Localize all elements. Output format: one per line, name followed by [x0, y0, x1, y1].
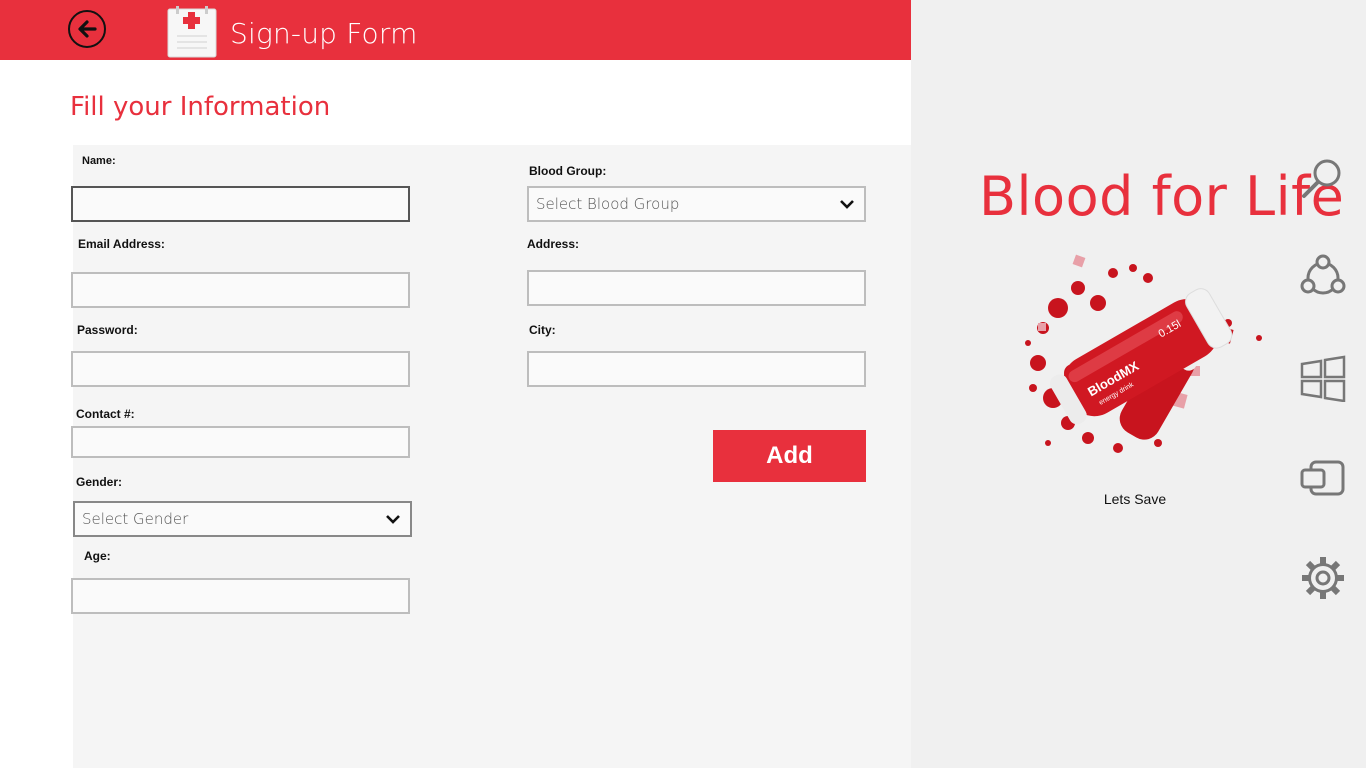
settings-charm[interactable] — [1298, 553, 1348, 603]
page-title: Sign-up Form — [230, 17, 418, 50]
city-label: City: — [529, 323, 556, 337]
name-input[interactable] — [71, 186, 410, 222]
blood-group-label: Blood Group: — [529, 164, 607, 178]
contact-label: Contact #: — [76, 407, 135, 421]
chevron-down-icon — [840, 200, 854, 209]
form-heading: Fill your Information — [70, 92, 331, 122]
chevron-down-icon — [386, 515, 400, 524]
address-input[interactable] — [527, 270, 866, 306]
brand-title: Blood for Life — [979, 165, 1345, 228]
clipboard-medical-icon — [167, 6, 217, 58]
search-icon — [1302, 159, 1341, 198]
start-charm[interactable] — [1298, 353, 1348, 403]
gender-label: Gender: — [76, 475, 123, 489]
age-label: Age: — [84, 549, 111, 563]
password-label: Password: — [77, 323, 138, 337]
age-input[interactable] — [71, 578, 410, 614]
start-icon — [1300, 355, 1346, 402]
password-input[interactable] — [71, 351, 410, 387]
gender-select-value: Select Gender — [82, 510, 189, 528]
contact-input[interactable] — [71, 426, 410, 458]
top-bar — [0, 0, 911, 60]
share-charm[interactable] — [1298, 253, 1348, 303]
name-label: Name: — [82, 155, 116, 167]
arrow-left-icon — [78, 20, 97, 38]
blood-bottle-image: BloodMX energy drink 0.15l — [1025, 254, 1262, 453]
settings-icon — [1302, 557, 1344, 599]
share-icon — [1300, 254, 1346, 295]
city-input[interactable] — [527, 351, 866, 387]
email-label: Email Address: — [78, 237, 165, 251]
address-label: Address: — [527, 237, 580, 251]
devices-icon — [1300, 460, 1345, 496]
add-button[interactable]: Add — [713, 430, 866, 482]
blood-group-select[interactable]: Select Blood Group — [527, 186, 866, 222]
gender-select[interactable]: Select Gender — [73, 501, 412, 537]
tagline: Lets Save — [1103, 491, 1167, 507]
back-button[interactable] — [68, 10, 106, 48]
blood-group-select-value: Select Blood Group — [536, 195, 680, 213]
search-charm[interactable] — [1298, 153, 1348, 203]
devices-charm[interactable] — [1298, 453, 1348, 503]
email-input[interactable] — [71, 272, 410, 308]
